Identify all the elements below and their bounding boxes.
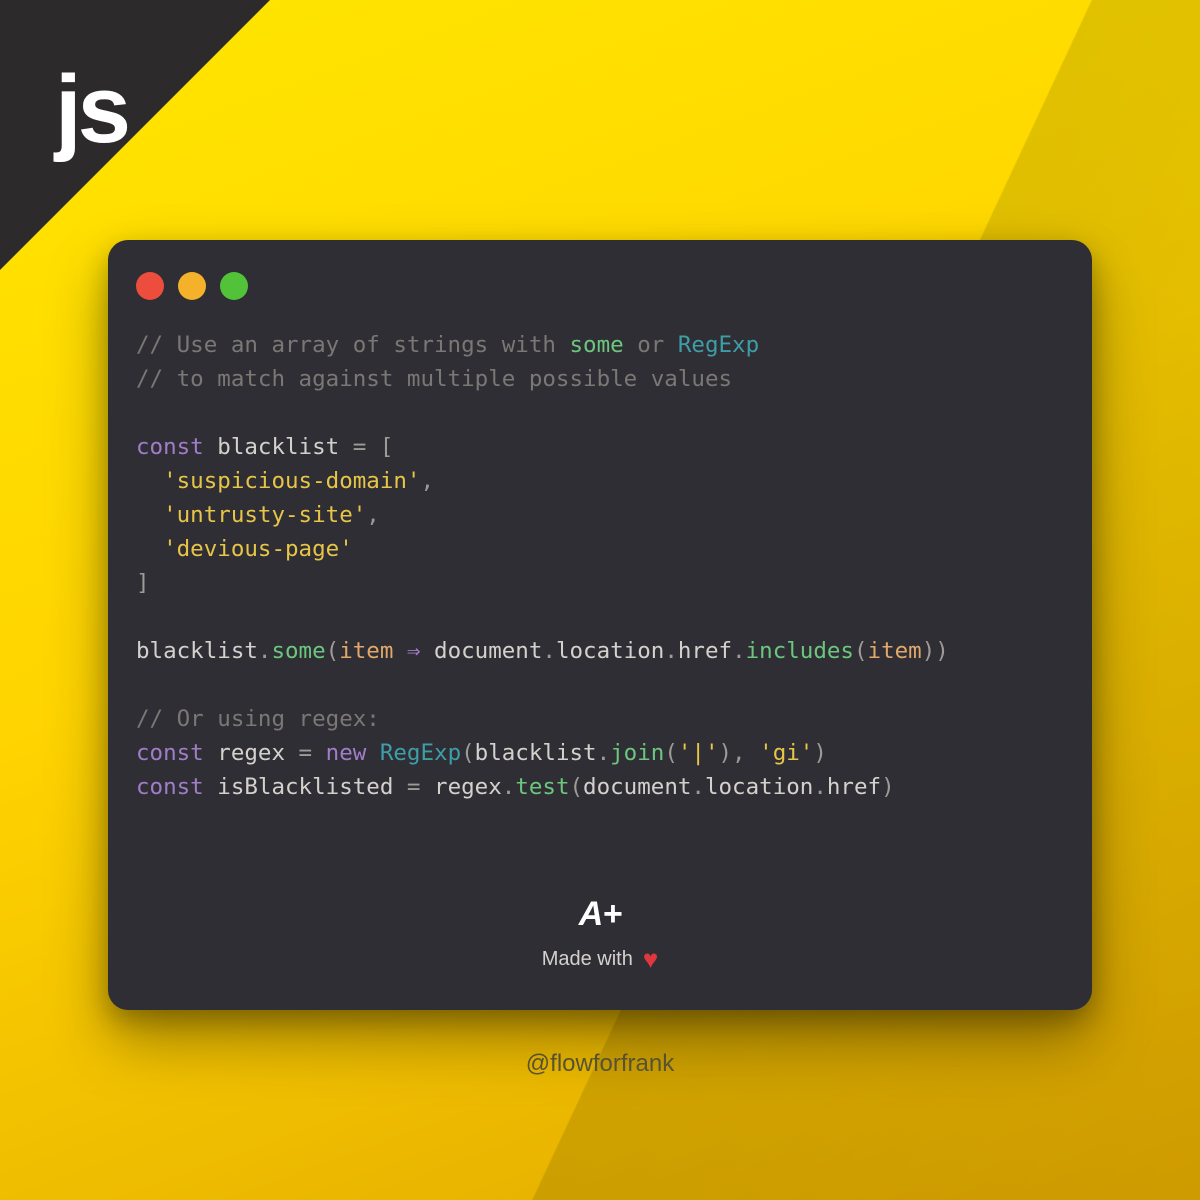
aplus-logo: A+ [579,895,621,934]
code-block: // Use an array of strings with some or … [136,328,1064,804]
author-handle: @flowforfrank [0,1050,1200,1078]
footer-badge: A+ Made with ♥ [108,895,1092,975]
corner-triangle [0,0,270,270]
comment-line-1: // Use an array of strings with [136,332,569,358]
comment-line-2: // to match against multiple possible va… [136,366,732,392]
code-window: // Use an array of strings with some or … [108,240,1092,1010]
comment-line-3: // Or using regex: [136,706,380,732]
traffic-lights [136,272,1064,300]
maximize-icon[interactable] [220,272,248,300]
minimize-icon[interactable] [178,272,206,300]
js-logo-text: js [55,55,127,165]
heart-icon: ♥ [643,944,658,975]
made-with-label: Made with ♥ [542,944,659,975]
close-icon[interactable] [136,272,164,300]
